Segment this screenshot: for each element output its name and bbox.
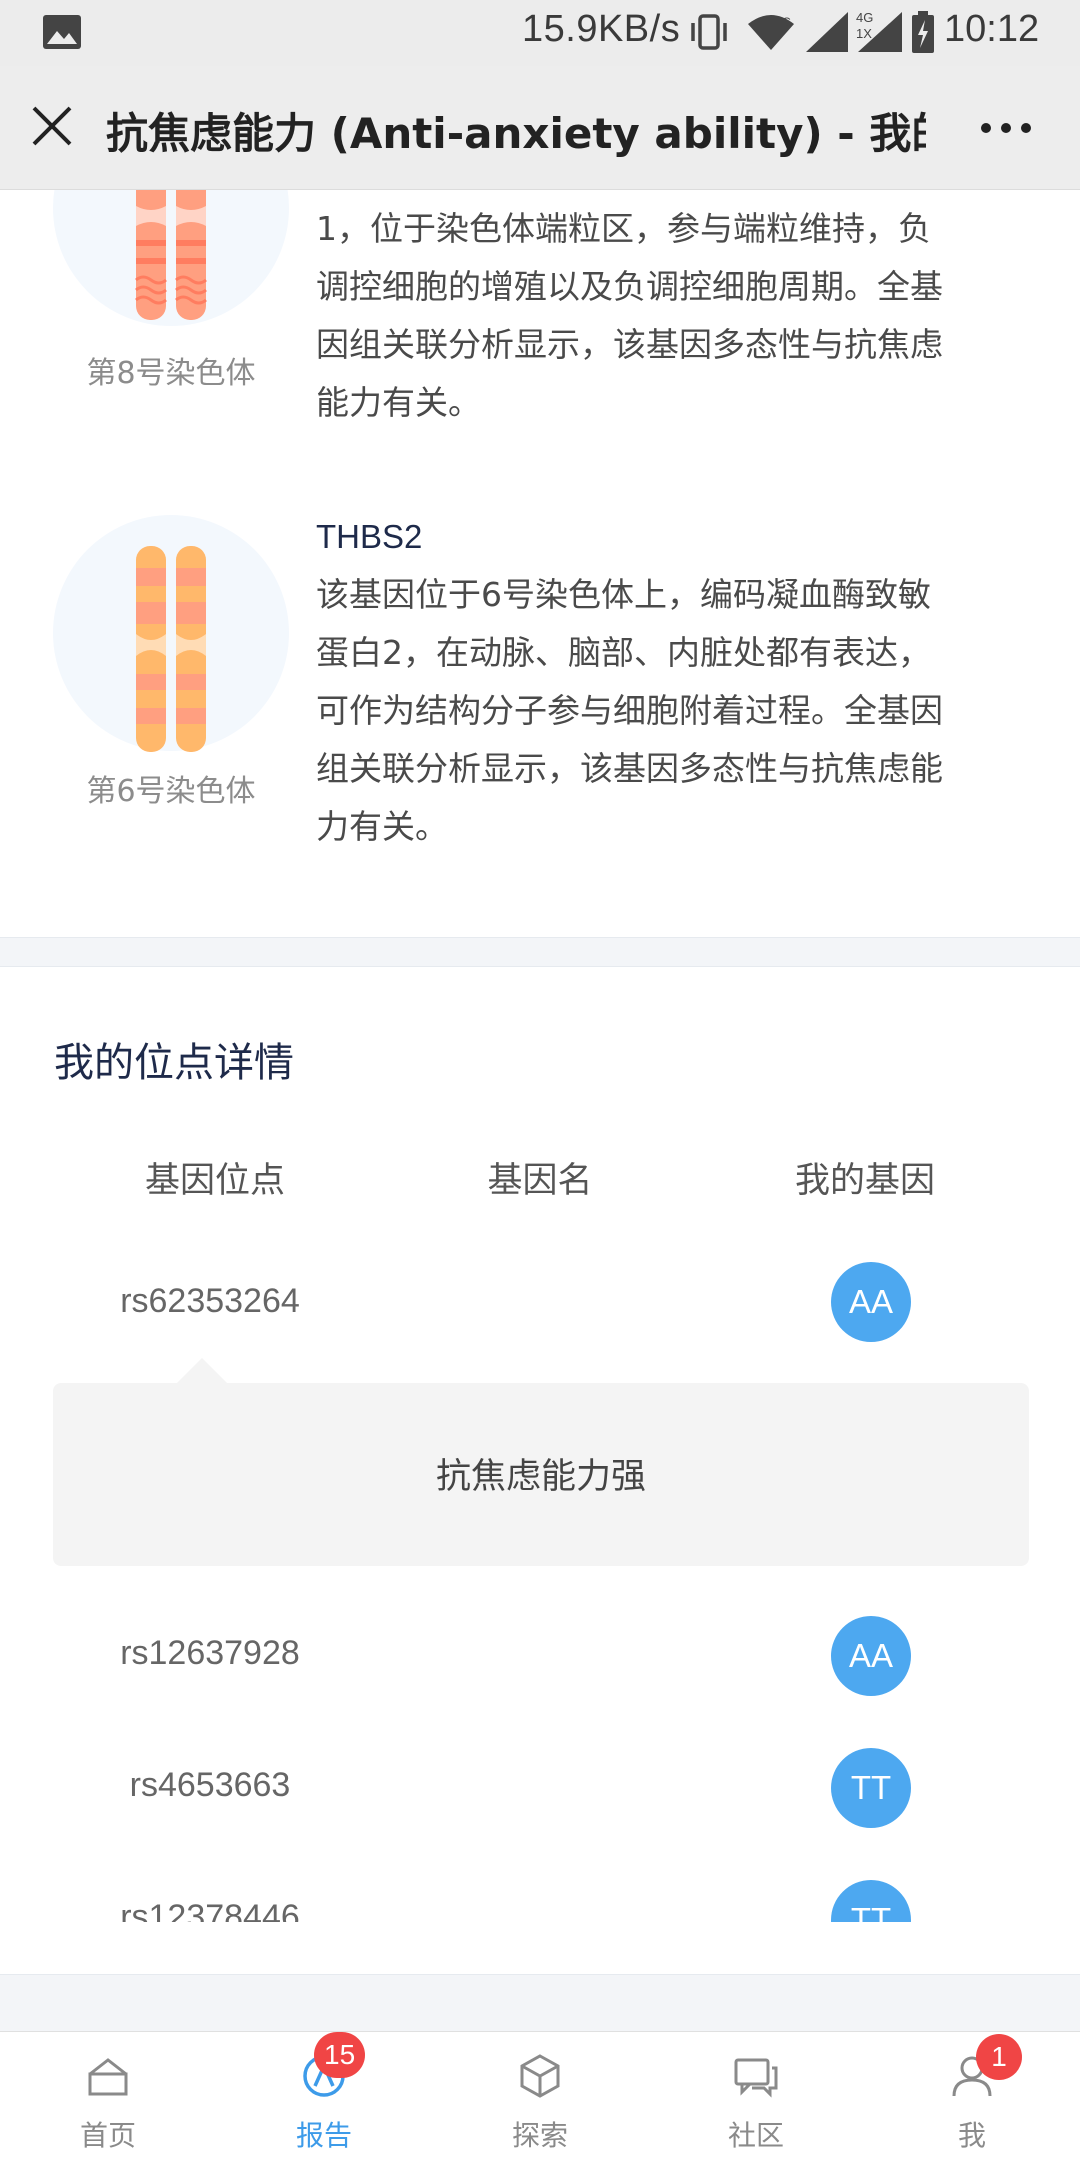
gene-name: THBS2 — [316, 518, 423, 555]
gene-description-line: 调控细胞的增殖以及负调控细胞周期。全基 — [316, 267, 943, 306]
chromosome-label: 第8号染色体 — [86, 356, 256, 391]
svg-text:G: G — [782, 15, 791, 29]
section-divider — [0, 937, 1080, 967]
tab-me[interactable]: 1 我 — [864, 2032, 1080, 2160]
table-scroll-clip: rs12378446 TT — [0, 1860, 1080, 1922]
gene-description-line: 可作为结构分子参与细胞附着过程。全基因 — [316, 691, 943, 730]
section-title: 我的位点详情 — [54, 1040, 294, 1086]
gene-entry-chr8-visible: 第8号染色体 1，位于染色体端粒区，参与端粒维持，负 调控细胞的增殖以及负调控细… — [0, 190, 1080, 440]
table-row[interactable]: rs62353264 AA — [0, 1262, 1080, 1342]
vibrate-icon — [691, 14, 727, 50]
battery-charging-icon — [912, 11, 934, 53]
chromosome-6-icon — [136, 546, 206, 752]
explore-cube-icon — [520, 2054, 560, 2098]
tab-label: 我 — [957, 2119, 986, 2152]
locus-id: rs12378446 — [120, 1898, 300, 1922]
close-icon[interactable] — [30, 104, 74, 148]
home-icon — [88, 2058, 128, 2096]
tab-explore[interactable]: 探索 — [432, 2032, 648, 2160]
page-title: 抗焦虑能力 (Anti-anxiety ability) - 我的... — [106, 109, 926, 158]
column-header-gene-name: 基因名 — [487, 1161, 593, 1201]
tab-home[interactable]: 首页 — [0, 2032, 216, 2160]
svg-text:4G: 4G — [856, 10, 873, 25]
gene-description-line: 力有关。 — [316, 807, 448, 846]
tab-label: 探索 — [511, 2119, 568, 2152]
locus-id: rs12637928 — [120, 1634, 300, 1672]
image-icon — [43, 15, 81, 49]
tab-community[interactable]: 社区 — [648, 2032, 864, 2160]
column-header-my-genotype: 我的基因 — [794, 1161, 935, 1201]
tab-label: 社区 — [727, 2119, 784, 2152]
svg-text:1X: 1X — [856, 26, 872, 41]
status-bar: 15.9KB/s G 4G 1X 10:12 — [0, 0, 1080, 66]
gene-description-line: 因组关联分析显示，该基因多态性与抗焦虑 — [316, 325, 943, 364]
gene-description-line: 能力有关。 — [316, 383, 481, 422]
chromosome-label: 第6号染色体 — [86, 774, 256, 809]
clock: 10:12 — [944, 8, 1040, 50]
genotype-badge[interactable]: AA — [831, 1262, 911, 1342]
gene-description-line: 组关联分析显示，该基因多态性与抗焦虑能 — [316, 749, 943, 788]
locus-id: rs62353264 — [120, 1282, 300, 1320]
gene-description-line: 该基因位于6号染色体上，编码凝血酶致敏 — [316, 575, 931, 614]
gene-entry-thbs2: 第6号染色体 THBS2 该基因位于6号染色体上，编码凝血酶致敏 蛋白2，在动脉… — [0, 500, 1080, 880]
table-row[interactable]: rs12637928 AA — [0, 1616, 1080, 1696]
tab-label: 首页 — [79, 2119, 136, 2152]
genotype-badge[interactable]: TT — [831, 1880, 911, 1922]
community-chat-icon — [734, 2058, 778, 2098]
title-bar: 抗焦虑能力 (Anti-anxiety ability) - 我的... — [0, 66, 1080, 190]
notification-badge: 15 — [314, 2032, 366, 2078]
table-row[interactable]: rs12378446 TT — [0, 1880, 1080, 1922]
signal-icon — [806, 12, 848, 52]
notification-badge: 1 — [976, 2034, 1022, 2080]
signal-4g-icon: 4G 1X — [856, 10, 902, 52]
chromosome-8-icon — [135, 190, 207, 320]
wifi-icon: G — [748, 15, 794, 50]
table-row[interactable]: rs4653663 TT — [0, 1748, 1080, 1828]
gene-description-line: 1，位于染色体端粒区，参与端粒维持，负 — [316, 209, 931, 248]
genotype-badge[interactable]: TT — [831, 1748, 911, 1828]
column-header-locus: 基因位点 — [144, 1161, 285, 1201]
gene-description-line: 蛋白2，在动脉、脑部、内脏处都有表达， — [316, 633, 931, 672]
gene-description: 1，位于染色体端粒区，参与端粒维持，负 调控细胞的增殖以及负调控细胞周期。全基 … — [316, 200, 1016, 432]
tab-label: 报告 — [295, 2119, 352, 2152]
tab-report[interactable]: 15 报告 — [216, 2032, 432, 2160]
more-icon[interactable] — [978, 116, 1034, 140]
genotype-interpretation-text: 抗焦虑能力强 — [435, 1457, 646, 1497]
gene-description: 该基因位于6号染色体上，编码凝血酶致敏 蛋白2，在动脉、脑部、内脏处都有表达， … — [316, 566, 1016, 856]
bottom-tab-bar: 首页 15 报告 探索 社区 1 我 — [0, 2032, 1080, 2160]
tooltip-arrow — [176, 1358, 228, 1384]
locus-id: rs4653663 — [129, 1766, 291, 1804]
network-speed: 15.9KB/s — [522, 8, 681, 50]
section-divider — [0, 1974, 1080, 2032]
genotype-badge[interactable]: AA — [831, 1616, 911, 1696]
